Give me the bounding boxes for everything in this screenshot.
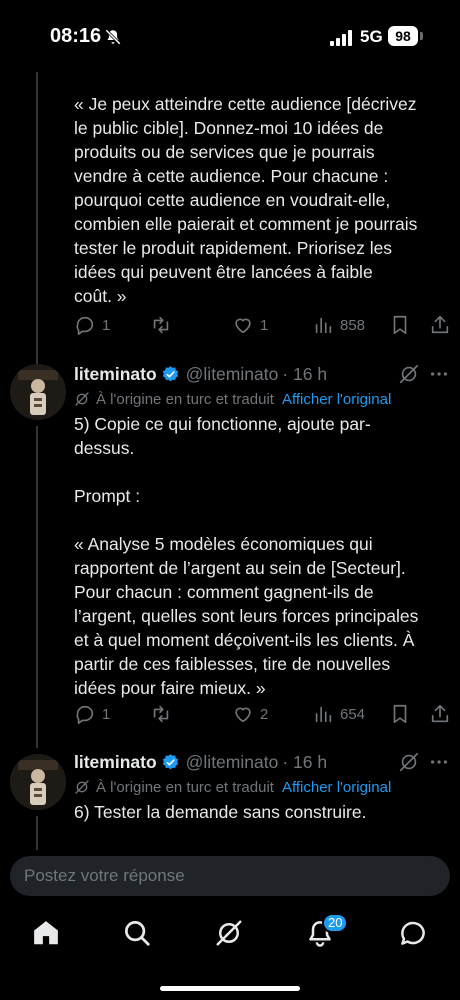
tab-home[interactable]	[31, 918, 61, 948]
search-icon	[125, 921, 150, 946]
heart-icon	[235, 318, 251, 334]
view-count: 654	[340, 705, 366, 723]
tweet-3-author: liteminato @liteminato · 16 h	[74, 750, 327, 774]
tweet-1-text: « Je peux atteindre cette audience [décr…	[74, 94, 418, 306]
share-icon	[431, 315, 449, 334]
tweet-3-text: 6) Tester la demande sans construire.	[74, 802, 367, 822]
like-count: 2	[260, 705, 269, 723]
status-bar: 08:16 5G 98	[0, 0, 460, 70]
tweet-1-actions: 1 1 858	[74, 313, 454, 337]
share-icon	[431, 704, 449, 723]
avatar[interactable]	[10, 754, 66, 810]
translate-icon	[75, 392, 89, 406]
tab-messages[interactable]	[398, 918, 428, 948]
like-button[interactable]: 1	[232, 313, 268, 337]
author-name[interactable]: liteminato	[74, 752, 157, 773]
grok-icon[interactable]	[398, 751, 420, 773]
bookmark-icon	[393, 315, 407, 335]
retweet-icon	[153, 316, 169, 334]
tweet-2-actions: 1 2 654	[74, 702, 454, 726]
tweet-time: · 16 h	[282, 751, 328, 772]
share-button[interactable]	[429, 313, 451, 337]
reply-count: 1	[102, 705, 111, 723]
bookmark-button[interactable]	[389, 702, 411, 726]
thread-line	[36, 72, 38, 364]
avatar[interactable]	[10, 364, 66, 420]
like-count: 1	[260, 316, 269, 334]
verified-badge-icon	[162, 753, 178, 769]
reply-icon	[76, 705, 94, 724]
reply-icon	[76, 316, 94, 335]
tab-grok[interactable]	[214, 918, 244, 948]
translation-text: À l'origine en turc et traduit	[96, 778, 274, 796]
messages-icon	[401, 921, 425, 945]
bookmark-button[interactable]	[389, 313, 411, 337]
translation-notice: À l'origine en turc et traduit Afficher …	[74, 388, 391, 410]
views-icon	[315, 706, 332, 723]
view-count: 858	[340, 316, 366, 334]
show-original-link[interactable]: Afficher l'original	[282, 779, 391, 796]
reply-count: 1	[102, 316, 111, 334]
tab-search[interactable]	[122, 918, 152, 948]
views-icon	[315, 317, 332, 334]
tweet-2-text: 5) Copie ce qui fonctionne, ajoute par- …	[74, 414, 419, 698]
verified-badge-icon	[162, 365, 178, 381]
thread-line	[36, 426, 38, 748]
reply-button[interactable]: 1	[74, 313, 110, 337]
translation-notice: À l'origine en turc et traduit Afficher …	[74, 776, 391, 798]
grok-icon	[216, 920, 242, 946]
views-button[interactable]: 654	[312, 702, 365, 726]
bell-slash-icon	[105, 29, 121, 45]
tab-bar	[0, 900, 460, 1000]
share-button[interactable]	[429, 702, 451, 726]
retweet-button[interactable]	[150, 702, 172, 726]
translate-icon	[75, 780, 89, 794]
author-name[interactable]: liteminato	[74, 364, 157, 385]
more-icon[interactable]	[428, 363, 450, 385]
network-type: 5G	[360, 27, 383, 46]
tweet-2-author: liteminato @liteminato · 16 h	[74, 362, 327, 386]
heart-icon	[235, 707, 251, 723]
home-icon	[34, 921, 58, 945]
like-button[interactable]: 2	[232, 702, 268, 726]
battery-level: 98	[388, 26, 418, 46]
retweet-button[interactable]	[150, 313, 172, 337]
avatar-image	[10, 364, 66, 420]
battery-tip	[420, 32, 423, 40]
thread-line	[36, 816, 38, 850]
status-time: 08:16	[50, 25, 102, 47]
translation-text: À l'origine en turc et traduit	[96, 390, 274, 408]
home-indicator	[160, 986, 300, 991]
author-handle[interactable]: @liteminato	[186, 752, 279, 773]
notifications-badge: 20	[322, 913, 349, 933]
grok-icon[interactable]	[398, 363, 420, 385]
tweet-time: · 16 h	[282, 363, 328, 384]
views-button[interactable]: 858	[312, 313, 365, 337]
retweet-icon	[153, 705, 169, 723]
more-icon[interactable]	[428, 751, 450, 773]
author-handle[interactable]: @liteminato	[186, 364, 279, 385]
reply-input[interactable]: Postez votre réponse	[10, 856, 450, 896]
bookmark-icon	[393, 704, 407, 724]
signal-icon	[330, 30, 352, 46]
reply-button[interactable]: 1	[74, 702, 110, 726]
avatar-image	[10, 754, 66, 810]
reply-placeholder: Postez votre réponse	[24, 866, 185, 885]
show-original-link[interactable]: Afficher l'original	[282, 391, 391, 408]
